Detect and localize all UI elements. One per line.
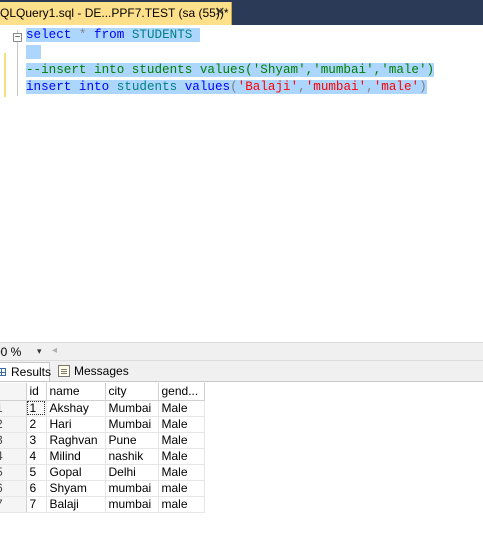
comma: , xyxy=(298,80,306,94)
messages-icon xyxy=(58,365,70,377)
query-document-tab[interactable]: QLQuery1.sql - DE...PPF7.TEST (sa (55))*… xyxy=(0,2,232,25)
cell-city[interactable]: mumbai xyxy=(105,496,159,513)
cell-id[interactable]: 3 xyxy=(26,432,47,449)
cell-id[interactable]: 7 xyxy=(26,496,47,513)
keyword-values: values xyxy=(184,80,231,94)
keyword-insert: insert xyxy=(26,80,72,94)
cell-city[interactable]: Pune xyxy=(105,432,159,449)
cell-gender[interactable]: male xyxy=(158,480,205,497)
column-header-id[interactable]: id xyxy=(26,383,47,401)
keyword-into: into xyxy=(78,80,110,94)
table-row[interactable]: 4 4 Milind nashik Male xyxy=(0,448,205,465)
cell-gender[interactable]: male xyxy=(158,496,205,513)
value-city: 'mumbai' xyxy=(305,80,367,94)
query-editor[interactable]: − select * from STUDENTS --insert into s… xyxy=(0,25,483,342)
header-row: id name city gend... xyxy=(0,383,205,401)
change-marker xyxy=(4,53,6,97)
table-row[interactable]: 5 5 Gopal Delhi Male xyxy=(0,464,205,481)
paren-close: ) xyxy=(419,80,427,94)
keyword-select: select xyxy=(26,28,72,42)
results-grid[interactable]: id name city gend... 1 1 Akshay Mumbai M… xyxy=(0,383,205,513)
cell-gender[interactable]: Male xyxy=(158,432,205,449)
scroll-left-icon[interactable]: ◂ xyxy=(52,345,57,356)
table-row[interactable]: 1 1 Akshay Mumbai Male xyxy=(0,400,205,417)
value-name: 'Balaji' xyxy=(237,80,299,94)
row-number[interactable]: 6 xyxy=(0,480,27,497)
code-line-3: insert into students values('Balaji','mu… xyxy=(26,79,427,95)
row-number[interactable]: 7 xyxy=(0,496,27,513)
cell-name[interactable]: Hari xyxy=(46,416,106,433)
document-tab-strip: QLQuery1.sql - DE...PPF7.TEST (sa (55))*… xyxy=(0,0,483,25)
paren-open: ( xyxy=(230,80,238,94)
asterisk: * xyxy=(78,28,87,42)
value-gender: 'male' xyxy=(373,80,420,94)
table-row[interactable]: 6 6 Shyam mumbai male xyxy=(0,480,205,497)
tab-messages-label: Messages xyxy=(74,364,129,378)
cell-gender[interactable]: Male xyxy=(158,416,205,433)
row-number-header xyxy=(0,383,27,401)
code-line-empty xyxy=(26,44,42,60)
cell-city[interactable]: Mumbai xyxy=(105,400,159,417)
results-tab-strip: Results Messages xyxy=(0,361,483,382)
cell-city[interactable]: Mumbai xyxy=(105,416,159,433)
row-number[interactable]: 4 xyxy=(0,448,27,465)
close-icon[interactable]: ✕ xyxy=(212,4,228,20)
query-tab-title: QLQuery1.sql - DE...PPF7.TEST (sa (55))* xyxy=(0,6,229,20)
cell-gender[interactable]: Male xyxy=(158,464,205,481)
code-line-2: --insert into students values('Shyam','m… xyxy=(26,62,435,78)
tab-messages[interactable]: Messages xyxy=(54,362,129,381)
results-table: id name city gend... 1 1 Akshay Mumbai M… xyxy=(0,383,205,513)
cell-id[interactable]: 5 xyxy=(26,464,47,481)
collapse-icon[interactable]: − xyxy=(13,33,22,43)
insert-table-name: students xyxy=(116,80,178,94)
keyword-from: from xyxy=(94,28,125,42)
code-line-1: select * from STUDENTS xyxy=(26,27,200,43)
zoom-level[interactable]: 00 % xyxy=(0,345,21,359)
cell-gender[interactable]: Male xyxy=(158,448,205,465)
tab-results[interactable]: Results xyxy=(0,362,52,381)
column-header-gender[interactable]: gend... xyxy=(158,383,205,401)
cell-id[interactable]: 2 xyxy=(26,416,47,433)
zoom-bar: 00 % ▾ ◂ xyxy=(0,342,483,361)
row-number[interactable]: 1 xyxy=(0,400,27,417)
row-number[interactable]: 2 xyxy=(0,416,27,433)
commented-insert: --insert into students values('Shyam','m… xyxy=(26,63,435,77)
cell-city[interactable]: Delhi xyxy=(105,464,159,481)
cell-city[interactable]: nashik xyxy=(105,448,159,465)
row-number[interactable]: 3 xyxy=(0,432,27,449)
comma: , xyxy=(366,80,374,94)
cell-city[interactable]: mumbai xyxy=(105,480,159,497)
grid-icon xyxy=(0,368,6,376)
row-number[interactable]: 5 xyxy=(0,464,27,481)
cell-gender[interactable]: Male xyxy=(158,400,205,417)
table-name: STUDENTS xyxy=(131,28,193,42)
table-row[interactable]: 2 2 Hari Mumbai Male xyxy=(0,416,205,433)
cell-name[interactable]: Milind xyxy=(46,448,106,465)
cell-name[interactable]: Balaji xyxy=(46,496,106,513)
table-row[interactable]: 3 3 Raghvan Pune Male xyxy=(0,432,205,449)
cell-name[interactable]: Shyam xyxy=(46,480,106,497)
cell-id[interactable]: 4 xyxy=(26,448,47,465)
cell-name[interactable]: Raghvan xyxy=(46,432,106,449)
column-header-name[interactable]: name xyxy=(46,383,106,401)
chevron-down-icon[interactable]: ▾ xyxy=(37,346,42,357)
cell-name[interactable]: Gopal xyxy=(46,464,106,481)
cell-id[interactable]: 6 xyxy=(26,480,47,497)
cell-name[interactable]: Akshay xyxy=(46,400,106,417)
tab-results-label: Results xyxy=(11,365,52,379)
table-row[interactable]: 7 7 Balaji mumbai male xyxy=(0,496,205,513)
cell-id[interactable]: 1 xyxy=(26,400,47,417)
column-header-city[interactable]: city xyxy=(105,383,159,401)
